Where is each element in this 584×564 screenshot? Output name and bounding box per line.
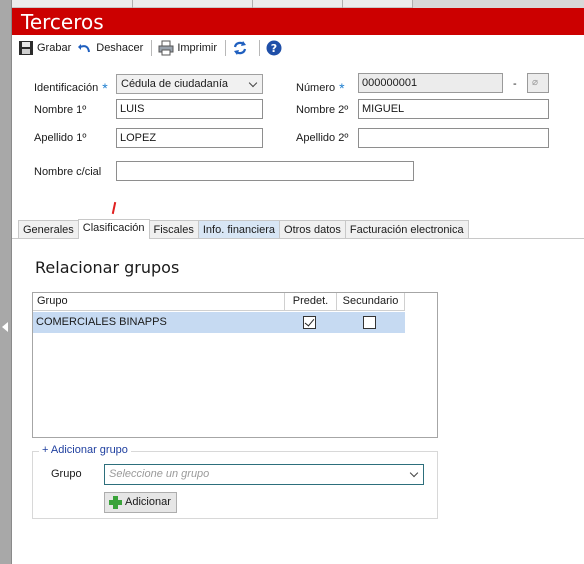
nombre2-field[interactable]: MIGUEL (358, 99, 549, 119)
floppy-disk-icon (18, 40, 34, 56)
tab-fiscales[interactable]: Fiscales (148, 220, 199, 239)
save-button[interactable]: Grabar (18, 40, 71, 56)
chevron-down-icon (248, 78, 258, 88)
toolbar-separator (225, 40, 227, 56)
refresh-icon (232, 40, 248, 56)
grid-header: Grupo Predet. Secundario (33, 293, 405, 311)
title-bar: Terceros (12, 8, 584, 35)
cursor-mark (111, 201, 117, 215)
undo-icon (77, 40, 93, 56)
nombre2-label: Nombre 2º (296, 104, 349, 116)
section-title: Relacionar grupos (35, 258, 180, 277)
tab-clasificacion[interactable]: Clasificación (77, 219, 150, 239)
groups-grid[interactable]: Grupo Predet. Secundario COMERCIALES BIN… (32, 292, 438, 438)
printer-icon (158, 40, 174, 56)
window-title: Terceros (21, 10, 104, 34)
clear-button[interactable]: ⌀ (527, 73, 549, 93)
apellido2-label: Apellido 2º (296, 132, 349, 144)
nombre-cial-field[interactable] (116, 161, 414, 181)
collapse-arrow-icon[interactable] (2, 322, 8, 332)
grupo-label: Grupo (51, 468, 82, 480)
identificacion-select[interactable]: Cédula de ciudadanía (116, 74, 263, 94)
collapse-panel-strip[interactable] (0, 0, 12, 564)
tab-facturacion-electronica[interactable]: Facturación electronica (344, 220, 469, 239)
apellido2-field[interactable] (358, 128, 549, 148)
apellido1-label: Apellido 1º (34, 132, 87, 144)
help-icon: ? (266, 40, 282, 56)
tab-info-financiera[interactable]: Info. financiera (197, 220, 281, 239)
svg-text:?: ? (271, 42, 277, 55)
add-group-toggle[interactable]: + Adicionar grupo (39, 444, 131, 456)
identificacion-value: Cédula de ciudadanía (121, 78, 229, 90)
apellido1-field[interactable]: LOPEZ (116, 128, 263, 148)
add-group-panel: + Adicionar grupo Grupo Seleccione un gr… (32, 444, 438, 519)
group-select-placeholder: Seleccione un grupo (109, 468, 210, 480)
column-header-predet[interactable]: Predet. (285, 293, 337, 311)
add-group-button[interactable]: Adicionar (104, 492, 177, 513)
required-star: * (102, 80, 108, 96)
add-group-button-label: Adicionar (125, 496, 171, 508)
predet-checkbox[interactable] (303, 316, 316, 329)
group-select[interactable]: Seleccione un grupo (104, 464, 424, 485)
nombre1-label: Nombre 1º (34, 104, 87, 116)
print-button[interactable]: Imprimir (158, 40, 217, 56)
undo-button[interactable]: Deshacer (77, 40, 143, 56)
secundario-checkbox[interactable] (363, 316, 376, 329)
nombre1-field[interactable]: LUIS (116, 99, 263, 119)
undo-label: Deshacer (96, 42, 144, 54)
required-star: * (339, 80, 345, 96)
eraser-icon: ⌀ (532, 77, 539, 88)
numero-dash: - (513, 78, 517, 90)
tab-generales[interactable]: Generales (18, 220, 79, 239)
column-header-secundario[interactable]: Secundario (337, 293, 405, 311)
column-header-grupo[interactable]: Grupo (33, 293, 285, 311)
toolbar-separator (259, 40, 261, 56)
identificacion-label: Identificación * (34, 80, 108, 96)
toolbar-separator (151, 40, 153, 56)
nombre-cial-label: Nombre c/cial (34, 166, 102, 178)
refresh-button[interactable] (232, 40, 251, 56)
tab-bar: Generales Clasificación Fiscales Info. f… (18, 219, 469, 239)
print-label: Imprimir (177, 42, 218, 54)
help-button[interactable]: ? (266, 40, 285, 56)
numero-field[interactable]: 000000001 (358, 73, 503, 93)
plus-icon (109, 496, 122, 509)
window-top-strip (12, 0, 584, 8)
toolbar: Grabar Deshacer Imprimir ? (12, 36, 584, 60)
grupo-cell: COMERCIALES BINAPPS (36, 316, 167, 328)
tab-otros-datos[interactable]: Otros datos (279, 220, 346, 239)
numero-label: Número * (296, 80, 345, 96)
chevron-down-icon (409, 468, 419, 478)
save-label: Grabar (37, 42, 72, 54)
table-row[interactable]: COMERCIALES BINAPPS (33, 312, 405, 333)
